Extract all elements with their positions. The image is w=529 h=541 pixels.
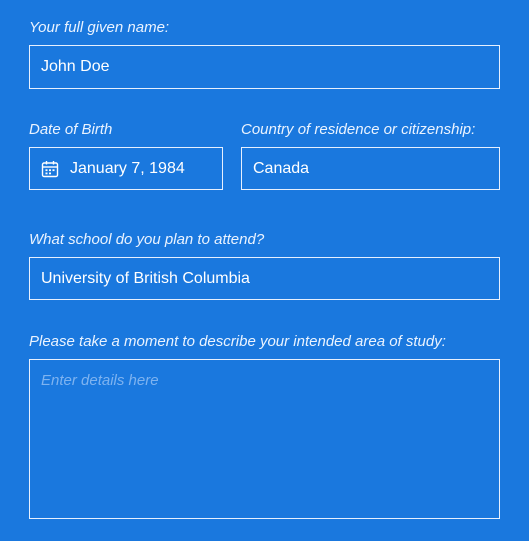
full-name-value: John Doe: [41, 58, 110, 75]
country-value: Canada: [253, 159, 310, 177]
date-of-birth-value: January 7, 1984: [70, 159, 185, 177]
country-label: Country of residence or citizenship:: [241, 121, 476, 138]
full-name-input[interactable]: John Doe: [29, 45, 500, 89]
school-label: What school do you plan to attend?: [29, 231, 265, 248]
area-of-study-textarea[interactable]: Enter details here: [29, 359, 500, 519]
date-of-birth-label: Date of Birth: [29, 121, 113, 138]
area-of-study-label: Please take a moment to describe your in…: [29, 333, 446, 350]
country-input[interactable]: Canada: [241, 147, 500, 190]
school-input[interactable]: University of British Columbia: [29, 257, 500, 300]
school-value: University of British Columbia: [41, 269, 250, 287]
full-name-label: Your full given name:: [29, 19, 170, 36]
calendar-icon: [41, 160, 59, 177]
date-of-birth-input[interactable]: January 7, 1984: [29, 147, 223, 190]
area-of-study-placeholder: Enter details here: [41, 372, 159, 389]
